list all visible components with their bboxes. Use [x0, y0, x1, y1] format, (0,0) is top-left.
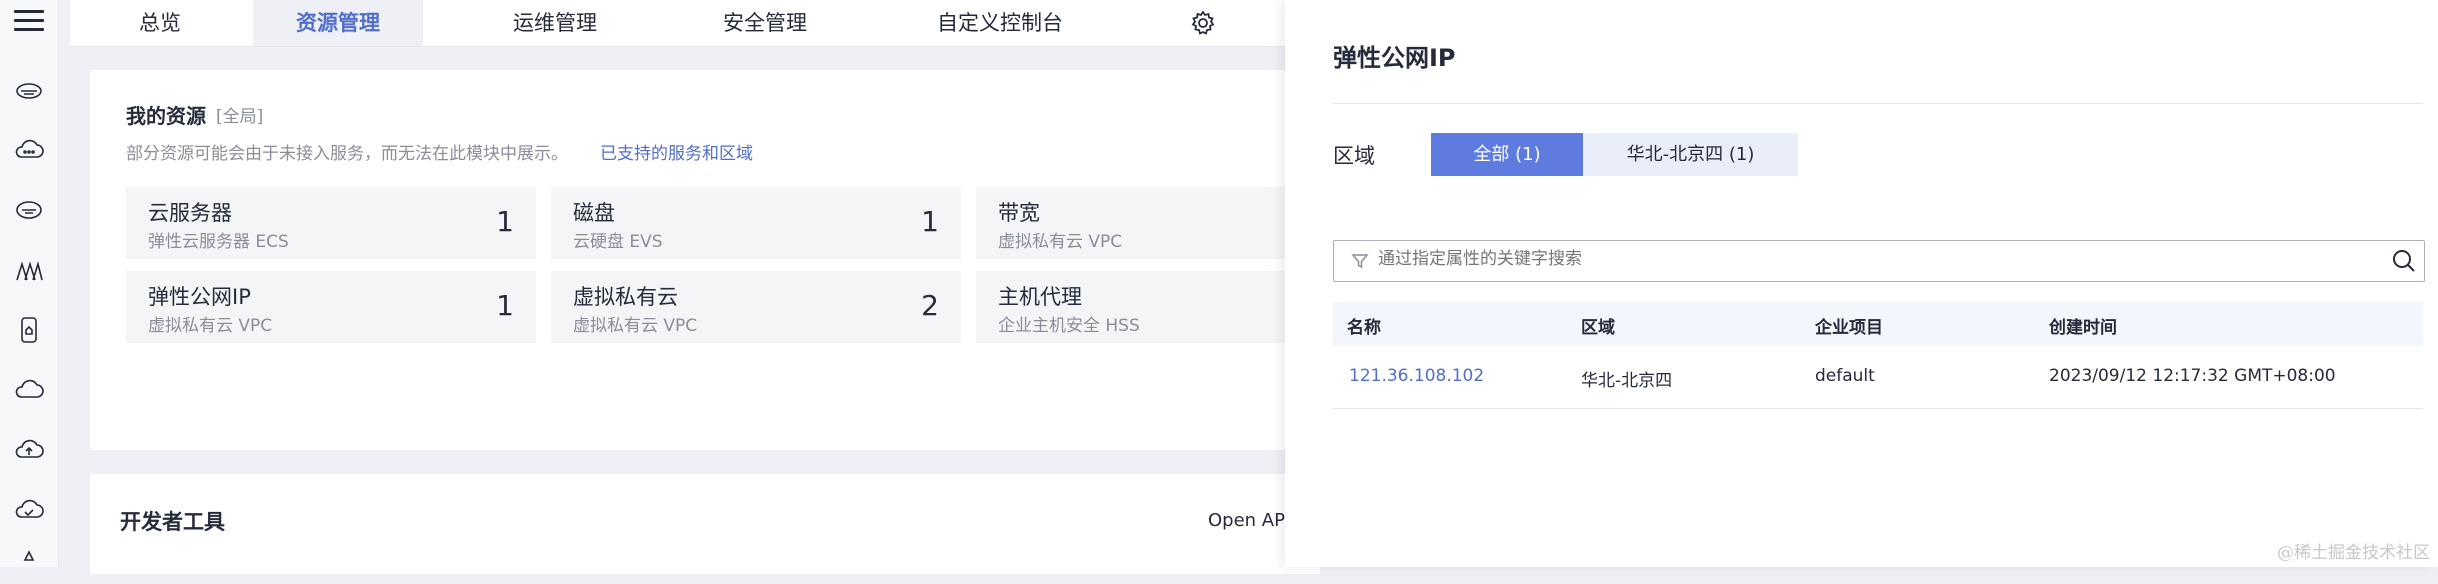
tile-service: 弹性云服务器 ECS — [148, 232, 289, 252]
devtools-title: 开发者工具 — [120, 510, 225, 534]
cloud-disk-icon[interactable] — [13, 194, 45, 226]
open-api-link[interactable]: Open API — [1208, 510, 1290, 531]
row-region: 华北-北京四 — [1581, 371, 1673, 391]
table-header: 名称 区域 企业项目 创建时间 — [1333, 302, 2423, 346]
tile-service: 企业主机安全 HSS — [998, 316, 1140, 336]
drawer-title: 弹性公网IP — [1333, 44, 1456, 72]
column-header-name[interactable]: 名称 — [1347, 313, 1381, 338]
watermark: @稀土掘金技术社区 — [2277, 543, 2430, 563]
region-filter-all[interactable]: 全部 (1) — [1431, 133, 1583, 176]
tile-name: 云服务器 — [148, 201, 232, 225]
region-filter-beijing4[interactable]: 华北-北京四 (1) — [1583, 133, 1798, 176]
tile-count: 1 — [496, 205, 514, 238]
more-icon[interactable] — [13, 548, 45, 580]
column-header-project[interactable]: 企业项目 — [1815, 313, 1883, 338]
cloud-check-icon[interactable] — [13, 494, 45, 526]
eip-address-link[interactable]: 121.36.108.102 — [1349, 366, 1484, 386]
cloud-outline-icon[interactable] — [13, 374, 45, 406]
tile-name: 虚拟私有云 — [573, 285, 678, 309]
column-header-created[interactable]: 创建时间 — [2049, 313, 2117, 338]
tab-custom-console[interactable]: 自定义控制台 — [900, 0, 1100, 46]
gear-icon[interactable] — [1188, 8, 1218, 38]
menu-hamburger-icon[interactable] — [14, 6, 44, 36]
tab-resource-management[interactable]: 资源管理 — [253, 0, 423, 46]
cloud-server-icon[interactable] — [13, 74, 45, 106]
resource-tile-ecs[interactable]: 云服务器 弹性云服务器 ECS 1 — [126, 187, 536, 259]
row-created-time: 2023/09/12 12:17:32 GMT+08:00 — [2049, 366, 2336, 386]
search-box — [1333, 240, 2425, 282]
resources-scope: [全局] — [216, 107, 264, 127]
drawer-divider — [1333, 103, 2423, 104]
tile-name: 弹性公网IP — [148, 285, 251, 309]
search-input[interactable] — [1378, 249, 2278, 269]
tile-service: 虚拟私有云 VPC — [148, 316, 273, 336]
resources-title: 我的资源 — [126, 104, 206, 128]
tile-count: 1 — [921, 205, 939, 238]
cloud-upload-icon[interactable] — [13, 434, 45, 466]
tab-overview[interactable]: 总览 — [100, 0, 220, 46]
tile-name: 带宽 — [998, 201, 1040, 225]
tile-service: 云硬盘 EVS — [573, 232, 663, 252]
tile-count: 1 — [496, 289, 514, 322]
tile-count: 2 — [921, 289, 939, 322]
tab-security-management[interactable]: 安全管理 — [690, 0, 840, 46]
tile-name: 主机代理 — [998, 285, 1082, 309]
eip-drawer: 弹性公网IP 区域 全部 (1) 华北-北京四 (1) 名称 区域 企业项目 创… — [1285, 0, 2438, 567]
tile-name: 磁盘 — [573, 201, 615, 225]
cloud-icon[interactable] — [13, 134, 45, 166]
search-icon[interactable] — [2390, 247, 2418, 275]
tab-ops-management[interactable]: 运维管理 — [480, 0, 630, 46]
resource-tile-evs[interactable]: 磁盘 云硬盘 EVS 1 — [551, 187, 961, 259]
tile-service: 虚拟私有云 VPC — [998, 232, 1123, 252]
left-icon-rail — [0, 0, 59, 567]
resource-tile-eip[interactable]: 弹性公网IP 虚拟私有云 VPC 1 — [126, 271, 536, 343]
tile-service: 虚拟私有云 VPC — [573, 316, 698, 336]
column-header-region[interactable]: 区域 — [1581, 313, 1615, 338]
table-row: 121.36.108.102 华北-北京四 default 2023/09/12… — [1333, 346, 2423, 409]
phone-icon[interactable] — [13, 314, 45, 346]
my-resources-card: 我的资源 [全局] 部分资源可能会由于未接入服务，而无法在此模块中展示。 已支持… — [90, 70, 1386, 450]
top-navigation: 总览 资源管理 运维管理 安全管理 自定义控制台 — [70, 0, 1285, 47]
resources-note: 部分资源可能会由于未接入服务，而无法在此模块中展示。 — [126, 144, 568, 164]
resource-tile-vpc[interactable]: 虚拟私有云 虚拟私有云 VPC 2 — [551, 271, 961, 343]
supported-services-link[interactable]: 已支持的服务和区域 — [600, 139, 753, 164]
network-icon[interactable] — [13, 254, 45, 286]
row-project: default — [1815, 366, 1875, 386]
filter-icon — [1350, 251, 1370, 271]
developer-tools-card: 开发者工具 Open API — [90, 474, 1320, 574]
region-label: 区域 — [1333, 144, 1375, 168]
